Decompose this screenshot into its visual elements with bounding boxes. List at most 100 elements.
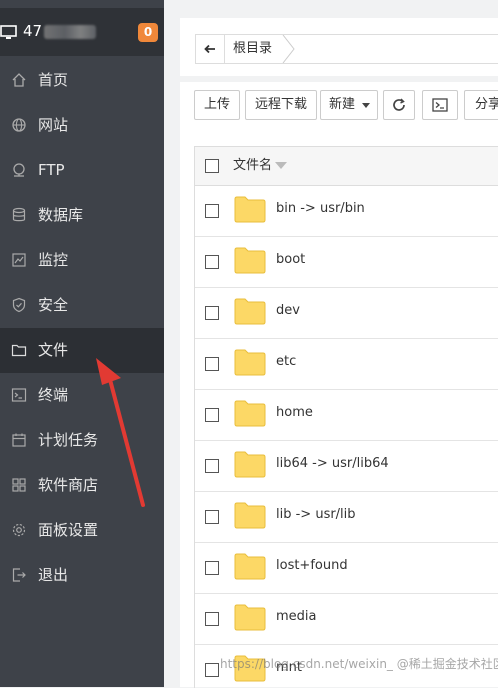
sidebar-item-label: 终端	[38, 386, 69, 404]
breadcrumb-root[interactable]: 根目录	[233, 35, 272, 63]
redacted-ip	[44, 25, 96, 39]
home-icon	[12, 73, 26, 87]
watermark: https://blog.csdn.net/weixin_ @稀土掘金技术社区	[220, 657, 498, 671]
calendar-icon	[12, 433, 26, 447]
row-checkbox[interactable]	[205, 459, 219, 473]
server-header: 47 0	[0, 8, 164, 56]
table-row[interactable]: boot	[195, 237, 498, 288]
folder-icon	[11, 344, 27, 357]
file-name[interactable]: bin -> usr/bin	[276, 186, 365, 232]
sidebar-item-label: FTP	[38, 161, 65, 179]
breadcrumb-separator	[282, 35, 295, 63]
share-button[interactable]: 分享	[464, 90, 498, 120]
new-button[interactable]: 新建	[320, 90, 378, 120]
sidebar-item-label: 监控	[38, 251, 69, 269]
notification-badge[interactable]: 0	[138, 23, 158, 42]
table-row[interactable]: lost+found	[195, 543, 498, 594]
sidebar-item-home[interactable]: 首页	[0, 58, 164, 103]
table-row[interactable]: bin -> usr/bin	[195, 186, 498, 237]
row-checkbox[interactable]	[205, 357, 219, 371]
folder-icon	[234, 502, 266, 529]
sidebar-item-settings[interactable]: 面板设置	[0, 508, 164, 553]
sidebar-item-label: 数据库	[38, 206, 84, 224]
sidebar-item-files[interactable]: 文件	[0, 328, 164, 373]
server-ip: 47	[23, 22, 43, 40]
terminal-button[interactable]	[422, 90, 458, 120]
terminal-icon	[432, 98, 448, 112]
file-table-header: 文件名	[195, 147, 498, 186]
table-row[interactable]: media	[195, 594, 498, 645]
terminal-icon	[11, 388, 27, 402]
shield-icon	[12, 297, 26, 313]
table-row[interactable]: etc	[195, 339, 498, 390]
folder-icon	[234, 400, 266, 427]
file-name[interactable]: lib64 -> usr/lib64	[276, 441, 389, 487]
monitor-icon	[0, 25, 17, 39]
file-name[interactable]: lost+found	[276, 543, 348, 589]
gear-icon	[12, 523, 26, 537]
globe-icon	[12, 118, 26, 132]
folder-icon	[234, 604, 266, 631]
path-panel: 根目录	[180, 18, 498, 76]
upload-button[interactable]: 上传	[194, 90, 240, 120]
sidebar-item-terminal[interactable]: 终端	[0, 373, 164, 418]
row-checkbox[interactable]	[205, 612, 219, 626]
select-all-checkbox[interactable]	[205, 159, 219, 173]
breadcrumb: 根目录	[195, 34, 498, 64]
row-checkbox[interactable]	[205, 663, 219, 677]
apps-icon	[12, 478, 26, 492]
arrow-left-icon	[204, 44, 215, 54]
file-name[interactable]: etc	[276, 339, 296, 385]
file-name[interactable]: lib -> usr/lib	[276, 492, 356, 538]
file-name[interactable]: dev	[276, 288, 300, 334]
folder-icon	[234, 196, 266, 223]
table-row[interactable]: lib64 -> usr/lib64	[195, 441, 498, 492]
sidebar: 47 0 首页 网站 FTP 数据库 监控 安全 文件 终端 计划任务 软件商店…	[0, 0, 164, 687]
table-row[interactable]: dev	[195, 288, 498, 339]
sidebar-item-database[interactable]: 数据库	[0, 193, 164, 238]
sidebar-item-label: 退出	[38, 566, 69, 584]
caret-down-icon	[362, 103, 370, 108]
folder-icon	[234, 298, 266, 325]
table-row[interactable]: lib -> usr/lib	[195, 492, 498, 543]
logout-icon	[12, 568, 26, 582]
row-checkbox[interactable]	[205, 306, 219, 320]
sidebar-item-cron[interactable]: 计划任务	[0, 418, 164, 463]
refresh-icon	[393, 98, 405, 111]
file-manager-panel: 上传 远程下载 新建 分享 文件名 bin -> usr/bin boot dev e…	[180, 82, 498, 688]
sidebar-item-app-store[interactable]: 软件商店	[0, 463, 164, 508]
sort-arrow-icon[interactable]	[275, 162, 287, 169]
file-name[interactable]: home	[276, 390, 313, 436]
sidebar-item-label: 安全	[38, 296, 69, 314]
sidebar-item-website[interactable]: 网站	[0, 103, 164, 148]
sidebar-item-label: 首页	[38, 71, 69, 89]
row-checkbox[interactable]	[205, 204, 219, 218]
row-checkbox[interactable]	[205, 510, 219, 524]
file-name[interactable]: media	[276, 594, 317, 640]
sidebar-item-logout[interactable]: 退出	[0, 553, 164, 598]
sidebar-item-label: 软件商店	[38, 476, 99, 494]
sidebar-item-label: 网站	[38, 116, 69, 134]
sidebar-item-monitor[interactable]: 监控	[0, 238, 164, 283]
folder-icon	[234, 247, 266, 274]
row-checkbox[interactable]	[205, 561, 219, 575]
ftp-icon	[13, 163, 25, 177]
table-row[interactable]: home	[195, 390, 498, 441]
row-checkbox[interactable]	[205, 255, 219, 269]
folder-icon	[234, 451, 266, 478]
file-name[interactable]: boot	[276, 237, 305, 283]
remote-download-button[interactable]: 远程下载	[245, 90, 317, 120]
monitor-chart-icon	[12, 253, 26, 267]
folder-icon	[234, 349, 266, 376]
back-button[interactable]	[196, 35, 225, 63]
refresh-button[interactable]	[383, 90, 415, 120]
column-filename[interactable]: 文件名	[233, 147, 272, 185]
sidebar-item-security[interactable]: 安全	[0, 283, 164, 328]
sidebar-item-label: 计划任务	[38, 431, 99, 449]
row-checkbox[interactable]	[205, 408, 219, 422]
file-table-body: bin -> usr/bin boot dev etc home lib64 -> usr…	[195, 186, 498, 688]
sidebar-item-label: 文件	[38, 341, 69, 359]
new-button-label: 新建	[329, 97, 356, 112]
sidebar-item-label: 面板设置	[38, 521, 99, 539]
sidebar-item-ftp[interactable]: FTP	[0, 148, 164, 193]
